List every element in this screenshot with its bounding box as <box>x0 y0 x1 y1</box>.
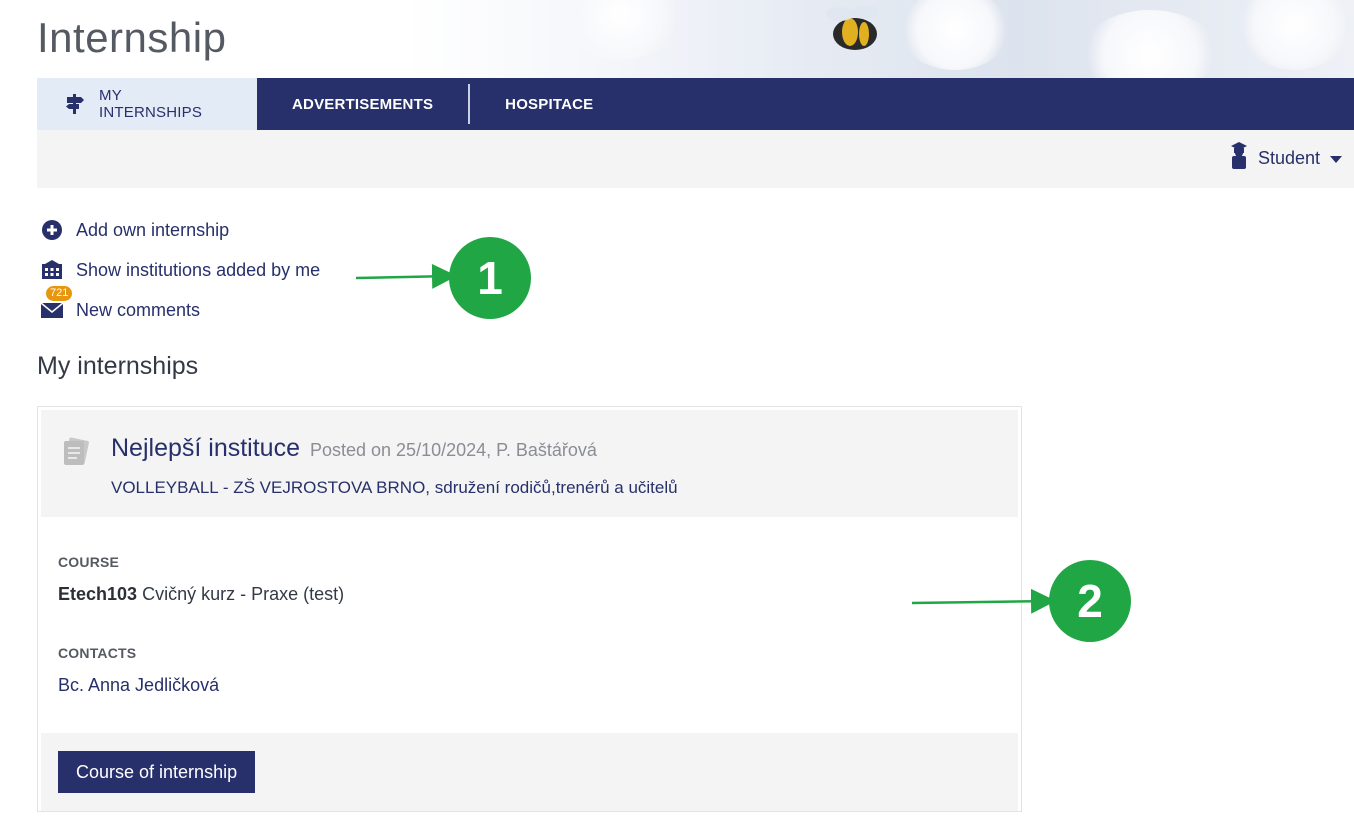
main-nav: MY INTERNSHIPS ADVERTISEMENTS HOSPITACE <box>37 78 1354 130</box>
course-of-internship-button[interactable]: Course of internship <box>58 751 256 793</box>
role-bar: Student <box>37 130 1354 188</box>
banner-blossom <box>1080 10 1220 78</box>
banner-blossom <box>560 0 680 60</box>
banner-blossom <box>900 0 1010 70</box>
action-label: New comments <box>76 299 201 320</box>
institution-subtitle-link[interactable]: VOLLEYBALL - ZŠ VEJROSTOVA BRNO, sdružen… <box>111 478 678 498</box>
card-footer: Course of internship <box>41 733 1018 811</box>
action-links: Add own internship Show institutions add… <box>40 210 320 330</box>
show-institutions-link[interactable]: Show institutions added by me <box>40 250 320 290</box>
internship-card: Nejlepší instituce Posted on 25/10/2024,… <box>37 406 1022 812</box>
bee-icon <box>826 5 879 50</box>
tab-advertisements[interactable]: ADVERTISEMENTS <box>257 78 468 130</box>
card-title-row: Nejlepší instituce Posted on 25/10/2024,… <box>111 434 597 463</box>
student-icon <box>1230 142 1248 175</box>
new-comments-link[interactable]: 721 New comments <box>40 286 320 330</box>
annotation-arrow-1 <box>355 263 457 289</box>
tab-hospitace[interactable]: HOSPITACE <box>470 78 628 130</box>
plus-circle-icon <box>40 218 64 242</box>
signpost-icon <box>65 93 85 115</box>
course-name: Cvičný kurz - Praxe (test) <box>142 584 345 604</box>
posted-info: Posted on 25/10/2024, P. Baštářová <box>309 440 597 460</box>
course-label: COURSE <box>58 554 120 570</box>
course-code: Etech103 <box>58 584 138 604</box>
section-title: My internships <box>37 352 199 380</box>
tab-label: ADVERTISEMENTS <box>292 95 434 113</box>
app-title: Internship <box>37 14 227 61</box>
annotation-callout-2: 2 <box>1049 560 1131 642</box>
document-icon <box>61 436 91 471</box>
caret-down-icon <box>1330 148 1342 169</box>
action-label: Add own internship <box>76 219 230 240</box>
institution-name-link[interactable]: Nejlepší instituce <box>111 434 300 463</box>
comments-count-badge: 721 <box>46 286 73 301</box>
banner-blossom <box>1240 0 1350 70</box>
envelope-icon: 721 <box>40 286 73 322</box>
action-label: Show institutions added by me <box>76 259 321 280</box>
card-header: Nejlepší instituce Posted on 25/10/2024,… <box>41 410 1018 517</box>
tab-label: MY INTERNSHIPS <box>99 87 203 121</box>
add-own-internship-link[interactable]: Add own internship <box>40 210 320 250</box>
role-switcher[interactable]: Student <box>1230 142 1342 175</box>
course-value: Etech103 Cvičný kurz - Praxe (test) <box>58 584 344 605</box>
role-label: Student <box>1257 148 1320 168</box>
annotation-callout-1: 1 <box>449 237 531 319</box>
contacts-label: CONTACTS <box>58 645 137 661</box>
tab-my-internships[interactable]: MY INTERNSHIPS <box>37 78 257 130</box>
tab-label: HOSPITACE <box>505 95 594 113</box>
building-icon <box>40 258 64 282</box>
contact-name-link[interactable]: Bc. Anna Jedličková <box>58 675 219 696</box>
